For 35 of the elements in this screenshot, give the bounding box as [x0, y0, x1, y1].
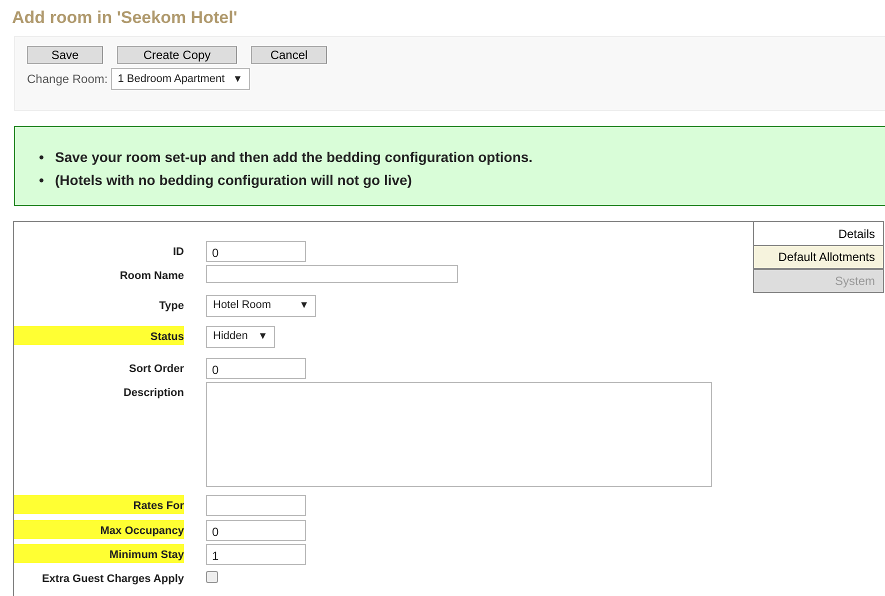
select-field[interactable]: Hotel Room ▼: [206, 294, 316, 316]
notice-text: (Hotels with no bedding configuration will not go live): [55, 171, 412, 190]
input-field[interactable]: 0: [206, 520, 306, 540]
input-field[interactable]: 1: [206, 544, 306, 564]
room-select[interactable]: 1 Bedroom Apartment ▼: [110, 68, 250, 90]
field-label: Description: [122, 386, 184, 400]
field-label: Extra Guest Charges Apply: [40, 572, 184, 586]
bullet: •: [39, 171, 45, 190]
dropdown-arrow-icon: ▼: [258, 329, 268, 344]
field-label: Sort Order: [128, 362, 184, 376]
change-room-label: Change Room:: [27, 71, 108, 88]
input-field[interactable]: [206, 494, 306, 516]
field-label: Max Occupancy: [14, 520, 184, 539]
field-label: ID: [172, 245, 184, 260]
bullet: •: [39, 148, 45, 167]
toolbar-button[interactable]: Create Copy: [117, 46, 237, 64]
description-field[interactable]: [206, 382, 712, 486]
tab[interactable]: Details: [753, 221, 884, 245]
field-label: Rates For: [14, 494, 184, 514]
field-label: Minimum Stay: [14, 544, 184, 563]
field-label: Type: [158, 298, 184, 314]
tab[interactable]: Default Allotments: [753, 245, 884, 269]
checkbox[interactable]: [206, 570, 218, 582]
input-field[interactable]: [206, 265, 458, 283]
page-title: Add room in 'Seekom Hotel': [12, 7, 238, 29]
dropdown-arrow-icon: ▼: [232, 72, 243, 86]
field-label: Status: [14, 326, 184, 345]
toolbar-button[interactable]: Save: [27, 46, 103, 64]
input-field[interactable]: 0: [206, 241, 306, 262]
field-label: Room Name: [118, 269, 184, 284]
dropdown-arrow-icon: ▼: [299, 298, 309, 313]
toolbar-button[interactable]: Cancel: [251, 46, 327, 64]
notice-text: Save your room set-up and then add the bedding configuration options.: [55, 148, 533, 167]
select-field[interactable]: Hidden ▼: [206, 326, 275, 348]
input-field[interactable]: 0: [206, 358, 306, 378]
